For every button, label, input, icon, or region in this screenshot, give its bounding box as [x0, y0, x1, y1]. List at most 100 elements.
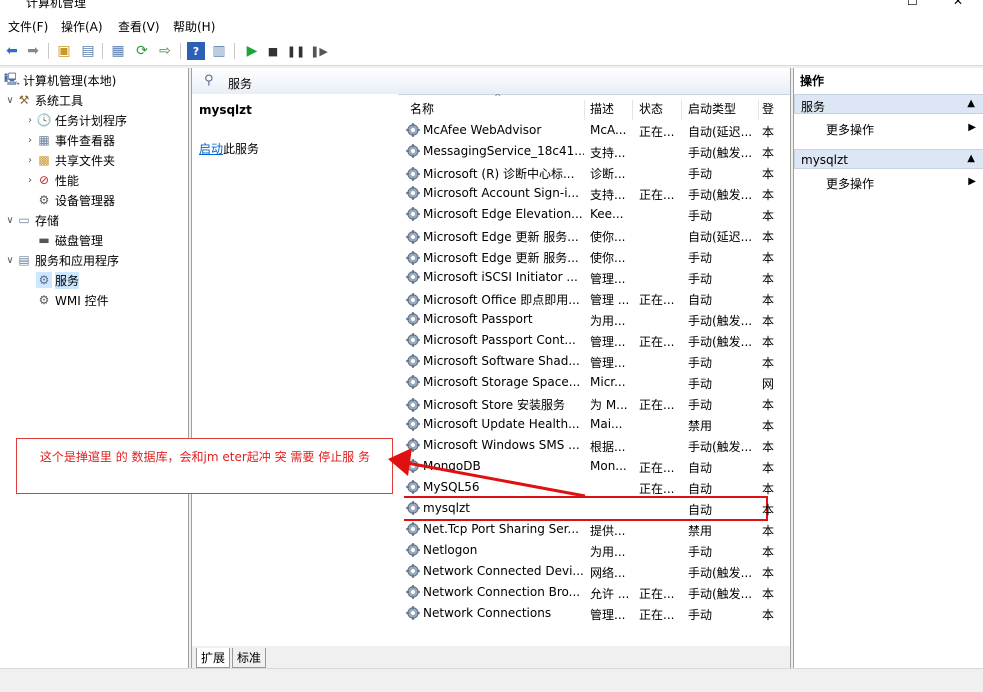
selected-service-name: mysqlzt — [199, 103, 252, 117]
help-icon[interactable]: ? — [187, 42, 205, 60]
table-row[interactable]: Microsoft Office 即点即用... 管理 ... 正在... 自动 本 — [404, 288, 774, 309]
gear-icon — [406, 543, 420, 557]
gear-icon — [406, 333, 420, 347]
more-actions-mysqlzt[interactable]: 更多操作 — [826, 175, 874, 192]
table-row[interactable]: Microsoft Passport Cont... 管理... 正在... 手动(触… — [404, 330, 774, 351]
table-row[interactable]: Microsoft Update Health... Mai... 禁用 本 — [404, 414, 774, 435]
table-row[interactable]: Microsoft Edge Elevation... Kee... 手动 本 — [404, 204, 774, 225]
show-hide-tree-icon[interactable]: ▤ — [79, 42, 97, 60]
column-header-description[interactable]: 描述 — [590, 100, 633, 120]
menu-view[interactable]: 查看(V) — [118, 18, 160, 35]
tab-standard[interactable]: 标准 — [232, 648, 267, 668]
service-status-cell: 正在... — [639, 461, 675, 475]
submenu-arrow-icon: ▶ — [968, 122, 976, 133]
status-bar — [0, 668, 983, 692]
menu-file[interactable]: 文件(F) — [8, 18, 48, 35]
service-name-cell: Microsoft Passport — [406, 312, 584, 326]
gear-icon — [406, 123, 420, 137]
table-row[interactable]: Network Connection Bro... 允许 ... 正在... 手动(触… — [404, 582, 774, 603]
restart-service-icon[interactable]: ❚▶ — [310, 42, 328, 60]
start-service-icon[interactable]: ▶ — [243, 42, 261, 60]
maximize-icon[interactable]: ☐ — [907, 0, 918, 8]
tree-item-services-apps[interactable]: ∨ ▤ 服务和应用程序 — [4, 250, 119, 270]
export-icon[interactable]: ⇨ — [156, 42, 174, 60]
service-startup-cell: 手动 — [688, 167, 713, 181]
table-row[interactable]: Microsoft Account Sign-i... 支持... 正在... 手动(… — [404, 183, 774, 204]
sort-ascending-icon: ^ — [494, 94, 502, 103]
menu-action[interactable]: 操作(A) — [61, 18, 103, 35]
service-startup-cell: 手动 — [688, 356, 713, 370]
table-row[interactable]: Microsoft Software Shad... 管理... 手动 本 — [404, 351, 774, 372]
actions-title: 操作 — [800, 74, 825, 88]
table-row[interactable]: MessagingService_18c41... 支持... 手动(触发... 本 — [404, 141, 774, 162]
service-startup-cell: 自动(延迟... — [688, 230, 753, 244]
tree-item-task-scheduler[interactable]: › 🕓 任务计划程序 — [24, 110, 127, 130]
actions-section-mysqlzt[interactable]: mysqlzt ▲ — [794, 149, 983, 169]
service-description-cell: Kee... — [590, 207, 624, 221]
expand-icon[interactable]: › — [24, 155, 36, 166]
column-header-status[interactable]: 状态 — [639, 100, 682, 120]
table-row[interactable]: Network Connected Devi... 网络... 手动(触发... 本 — [404, 561, 774, 582]
start-service-link[interactable]: 启动 — [199, 142, 223, 156]
refresh-icon[interactable]: ⟳ — [133, 42, 151, 60]
tree-item-shared-folders[interactable]: › ▩ 共享文件夹 — [24, 150, 115, 170]
collapse-icon[interactable]: ∨ — [4, 95, 16, 106]
table-row[interactable]: Microsoft Edge 更新 服务... 使你... 手动 本 — [404, 246, 774, 267]
expand-icon[interactable]: › — [24, 115, 36, 126]
tree-item-disk-management[interactable]: ▬ 磁盘管理 — [36, 230, 103, 250]
service-logon-cell: 本 — [762, 545, 774, 559]
menu-help[interactable]: 帮助(H) — [173, 18, 215, 35]
close-icon[interactable]: ✕ — [953, 0, 963, 8]
more-actions-services[interactable]: 更多操作 — [826, 121, 874, 138]
description-pane: mysqlzt 启动此服务 — [192, 94, 398, 634]
collapse-icon[interactable]: ∨ — [4, 255, 16, 266]
table-row[interactable]: Microsoft Storage Space... Micr... 手动 网 — [404, 372, 774, 393]
pause-service-icon[interactable]: ❚❚ — [287, 42, 305, 60]
tree-item-wmi[interactable]: ⚙ WMI 控件 — [36, 290, 109, 310]
stop-service-icon[interactable]: ■ — [264, 42, 282, 60]
column-header-name[interactable]: 名称 ^ — [410, 94, 585, 120]
tree-item-system-tools[interactable]: ∨ ⚒ 系统工具 — [4, 90, 83, 110]
forward-icon[interactable]: ➡ — [24, 42, 42, 60]
service-startup-cell: 手动(触发... — [688, 566, 753, 580]
table-row[interactable]: Network Connections 管理... 正在... 手动 本 — [404, 603, 774, 624]
collapse-up-icon[interactable]: ▲ — [967, 98, 975, 109]
action-pane-icon[interactable]: ▥ — [210, 42, 228, 60]
tree-item-device-manager[interactable]: ⚙ 设备管理器 — [36, 190, 115, 210]
tree-item-performance[interactable]: › ⊘ 性能 — [24, 170, 79, 190]
column-header-startup-type[interactable]: 启动类型 — [688, 100, 759, 120]
service-logon-cell: 本 — [762, 125, 774, 139]
table-row[interactable]: Microsoft Passport 为用... 手动(触发... 本 — [404, 309, 774, 330]
table-row[interactable]: Microsoft Store 安装服务为 M... 正在... 手动 本 — [404, 393, 774, 414]
tree-item-root[interactable]: 🖳 计算机管理(本地) — [4, 70, 116, 90]
up-folder-icon[interactable]: ▣ — [55, 42, 73, 60]
service-status-cell: 正在... — [639, 587, 675, 601]
table-row[interactable]: Net.Tcp Port Sharing Ser... 提供... 禁用 本 — [404, 519, 774, 540]
service-startup-cell: 手动 — [688, 272, 713, 286]
table-row[interactable]: Microsoft iSCSI Initiator ... 管理... 手动 本 — [404, 267, 774, 288]
tab-extended[interactable]: 扩展 — [196, 648, 231, 668]
table-row[interactable]: McAfee WebAdvisor McA... 正在... 自动(延迟... 本 — [404, 120, 774, 141]
service-description-cell: 使你... — [590, 230, 626, 244]
service-name-cell: MessagingService_18c41... — [406, 144, 584, 158]
tree-item-event-viewer[interactable]: › ▦ 事件查看器 — [24, 130, 115, 150]
collapse-icon[interactable]: ∨ — [4, 215, 16, 226]
tree-item-storage[interactable]: ∨ ▭ 存储 — [4, 210, 59, 230]
back-icon[interactable]: ⬅ — [3, 42, 21, 60]
table-row[interactable]: Microsoft (R) 诊断中心标... 诊断... 手动 本 — [404, 162, 774, 183]
service-logon-cell: 本 — [762, 419, 774, 433]
expand-icon[interactable]: › — [24, 135, 36, 146]
services-panel: ⚲ 服务 mysqlzt 启动此服务 名称 ^ 描述 状态 启动类型 登 McA… — [191, 68, 791, 668]
service-description-cell: 使你... — [590, 251, 626, 265]
service-startup-cell: 手动(触发... — [688, 188, 753, 202]
table-row[interactable]: Microsoft Edge 更新 服务... 使你... 自动(延迟... 本 — [404, 225, 774, 246]
table-row[interactable]: Netlogon 为用... 手动 本 — [404, 540, 774, 561]
service-description-cell: 允许 ... — [590, 587, 630, 601]
actions-section-services[interactable]: 服务 ▲ — [794, 94, 983, 114]
tree-item-services[interactable]: ⚙ 服务 — [36, 270, 80, 290]
collapse-up-icon[interactable]: ▲ — [967, 153, 975, 164]
column-header-logon[interactable]: 登 — [762, 100, 776, 120]
service-description-cell: 网络... — [590, 566, 626, 580]
expand-icon[interactable]: › — [24, 175, 36, 186]
properties-icon[interactable]: ▦ — [109, 42, 127, 60]
